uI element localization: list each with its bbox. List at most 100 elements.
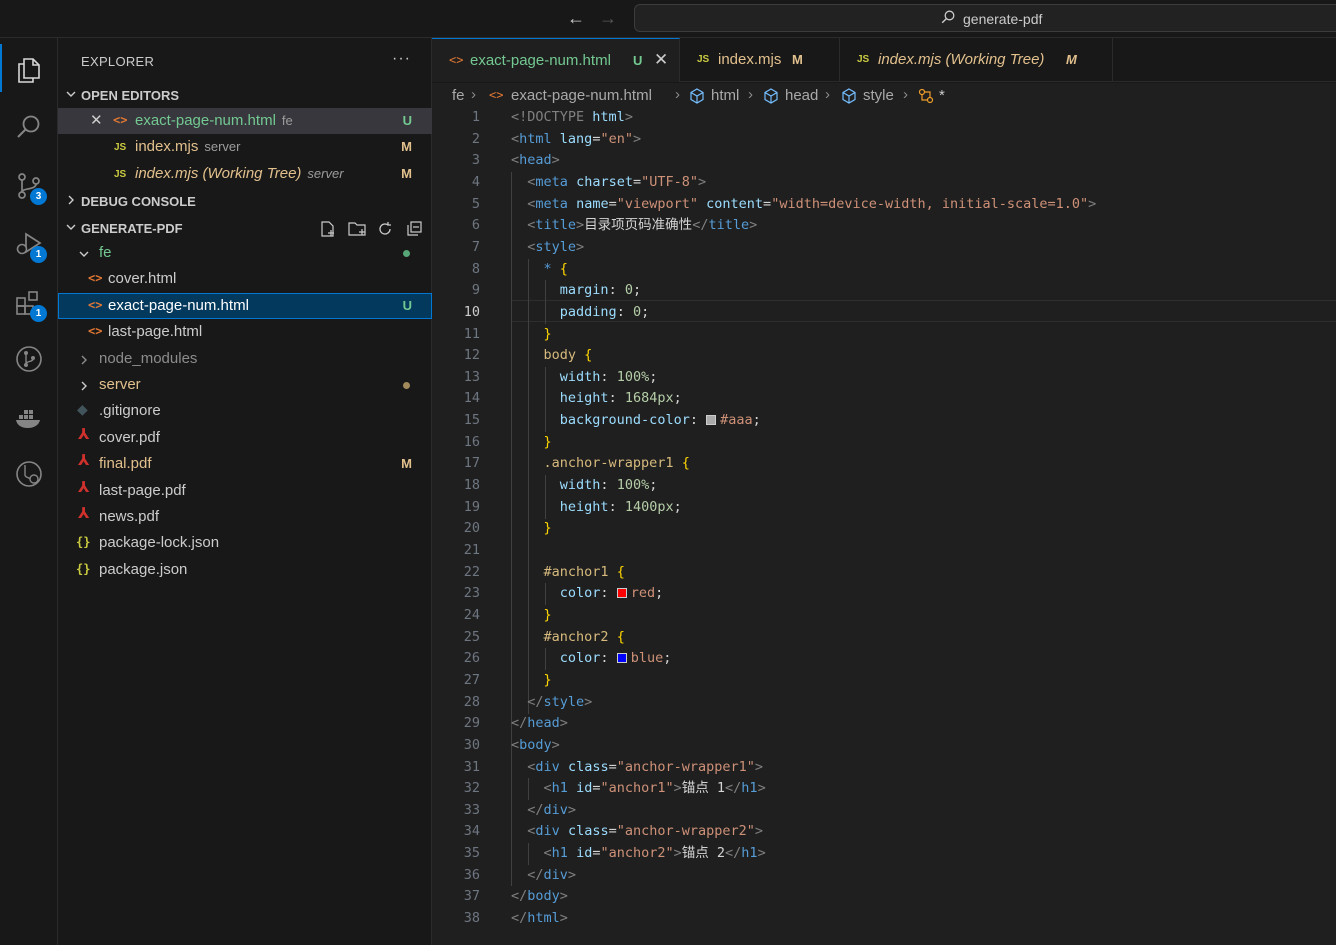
pdf-file-icon: ⅄ — [78, 452, 90, 469]
breadcrumb-item[interactable]: html — [711, 87, 739, 104]
remote-explorer-icon — [16, 461, 42, 487]
html-file-icon: <> — [489, 88, 504, 102]
line-number: 33 — [463, 801, 480, 818]
more-actions-icon[interactable]: ··· — [392, 50, 411, 68]
tree-item-file[interactable]: ⅄ last-page.pdf — [58, 478, 432, 504]
tree-item-label: package.json — [99, 561, 188, 578]
cube-icon — [842, 88, 856, 104]
open-editor-item[interactable]: JS index.mjs server M — [58, 134, 432, 160]
tree-item-label: cover.html — [108, 270, 177, 287]
new-folder-icon[interactable] — [347, 220, 367, 238]
tree-item-file[interactable]: <> exact-page-num.html U — [58, 293, 432, 319]
tree-item-label: last-page.html — [108, 323, 203, 340]
new-file-icon[interactable] — [319, 220, 337, 238]
tree-item-file[interactable]: <> cover.html — [58, 266, 432, 292]
tree-item-file[interactable]: ⅄ final.pdf M — [58, 451, 432, 477]
arrow-right-icon[interactable]: → — [599, 9, 617, 27]
breadcrumb-item[interactable]: fe — [452, 87, 465, 104]
collapse-all-icon[interactable] — [405, 220, 423, 238]
breadcrumb-item[interactable]: * — [939, 87, 945, 104]
breadcrumb-item[interactable]: exact-page-num.html — [511, 87, 652, 104]
run-debug-badge: 1 — [30, 246, 47, 263]
tree-item-file[interactable]: <> last-page.html — [58, 319, 432, 345]
html-file-icon: <> — [88, 298, 103, 312]
section-workspace[interactable]: GENERATE-PDF — [58, 216, 432, 240]
tree-item-file[interactable]: ◆ .gitignore — [58, 398, 432, 424]
activity-git-graph[interactable] — [0, 333, 58, 381]
status-badge: M — [401, 139, 412, 154]
command-center-search[interactable]: generate-pdf — [634, 4, 1336, 32]
color-swatch[interactable] — [706, 415, 717, 426]
html-file-icon: <> — [113, 113, 128, 127]
line-number: 23 — [463, 585, 480, 602]
command-center-text: generate-pdf — [963, 11, 1043, 27]
tree-item-folder[interactable]: server — [58, 372, 432, 398]
tree-item-folder[interactable]: node_modules — [58, 346, 432, 372]
tree-item-folder[interactable]: fe — [58, 240, 432, 266]
line-number: 14 — [463, 390, 480, 407]
activity-remote-explorer[interactable] — [0, 448, 58, 496]
chevron-right-icon: › — [471, 86, 476, 103]
section-open-editors[interactable]: OPEN EDITORS — [58, 83, 432, 107]
code-line: </div> — [527, 866, 577, 883]
color-swatch[interactable] — [616, 588, 627, 599]
sidebar-title: EXPLORER — [81, 54, 155, 69]
open-editor-desc: server — [204, 139, 241, 154]
tree-item-file[interactable]: {} package-lock.json — [58, 530, 432, 556]
chevron-down-icon — [79, 251, 89, 257]
line-number: 13 — [463, 368, 480, 385]
code-line: <head> — [511, 152, 560, 169]
tab-index-mjs-working-tree[interactable]: JS index.mjs (Working Tree) M — [840, 38, 1113, 82]
tree-item-file[interactable]: ⅄ news.pdf — [58, 504, 432, 530]
line-number: 36 — [463, 866, 480, 883]
refresh-icon[interactable] — [376, 220, 394, 238]
tree-item-file[interactable]: {} package.json — [58, 557, 432, 583]
activity-extensions[interactable]: 1 — [0, 277, 58, 325]
code-line: </style> — [527, 693, 593, 710]
activity-run-debug[interactable]: 1 — [0, 218, 58, 266]
tree-item-label: node_modules — [99, 350, 198, 367]
line-number: 26 — [463, 650, 480, 667]
arrow-left-icon[interactable]: ← — [567, 9, 585, 27]
docker-icon — [16, 410, 40, 428]
tab-status: M — [792, 52, 803, 67]
open-editor-item[interactable]: JS index.mjs (Working Tree) server M — [58, 161, 432, 187]
section-title: GENERATE-PDF — [81, 221, 183, 236]
close-icon[interactable]: ✕ — [90, 111, 103, 129]
line-number: 18 — [463, 477, 480, 494]
close-icon[interactable]: ✕ — [654, 50, 668, 70]
tab-label: index.mjs — [718, 51, 782, 68]
code-line: <div class="anchor-wrapper2"> — [527, 823, 764, 840]
activity-explorer[interactable] — [0, 44, 58, 92]
code-line: color: blue; — [559, 650, 672, 667]
breadcrumb-item[interactable]: style — [863, 87, 894, 104]
activity-docker[interactable] — [0, 392, 58, 440]
code-editor[interactable]: 1 2 3 4 5 6 7 8 9 10 11 12 13 14 15 16 17 18 19 20 21 22 23 24 2… — [432, 107, 1336, 945]
css-rule-icon — [918, 88, 934, 104]
section-debug-console[interactable]: DEBUG CONSOLE — [58, 189, 432, 213]
open-editor-label: index.mjs (Working Tree) — [135, 165, 302, 182]
activity-bar: 3 1 1 — [0, 38, 58, 945]
line-number: 10 — [463, 303, 480, 320]
breadcrumb-item[interactable]: head — [785, 87, 818, 104]
chevron-right-icon: › — [903, 86, 908, 103]
code-line: <!DOCTYPE html> — [511, 109, 633, 125]
tab-index-mjs[interactable]: JS index.mjs M — [680, 38, 840, 82]
color-swatch[interactable] — [616, 653, 627, 664]
chevron-right-icon — [81, 355, 87, 365]
activity-source-control[interactable]: 3 — [0, 160, 58, 208]
line-number: 20 — [463, 520, 480, 537]
line-number: 5 — [471, 195, 480, 212]
code-line: height: 1400px; — [559, 498, 682, 515]
open-editor-item[interactable]: ✕ <> exact-page-num.html fe U — [58, 108, 432, 134]
code-line: </head> — [511, 715, 568, 732]
activity-search[interactable] — [0, 101, 58, 149]
pdf-file-icon: ⅄ — [78, 479, 90, 496]
json-file-icon: {} — [76, 535, 91, 549]
line-number: 31 — [463, 758, 480, 775]
line-number: 24 — [463, 606, 480, 623]
tree-item-file[interactable]: ⅄ cover.pdf — [58, 425, 432, 451]
section-title: DEBUG CONSOLE — [81, 194, 196, 209]
tab-exact-page-num[interactable]: <> exact-page-num.html U ✕ — [432, 38, 680, 82]
chevron-right-icon — [81, 381, 87, 391]
